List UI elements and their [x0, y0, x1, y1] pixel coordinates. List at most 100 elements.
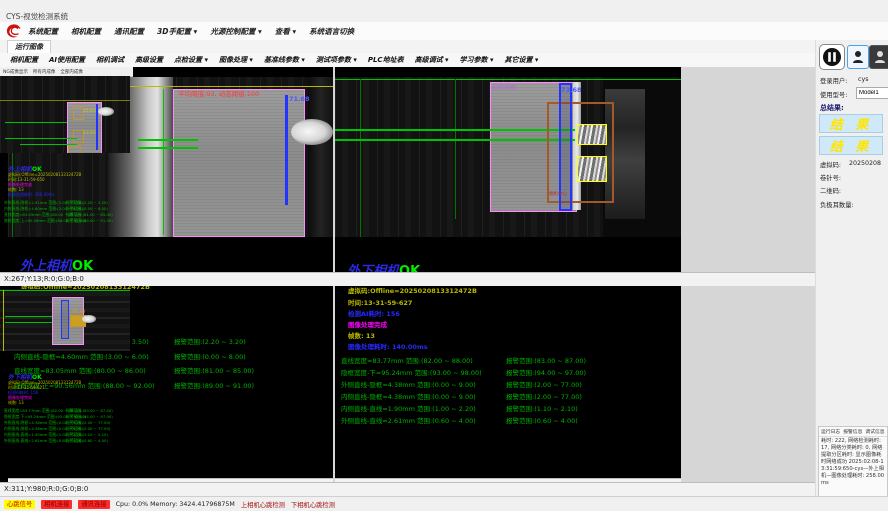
measure-value: 直线宽度=83.77mm 范围:(82.00 ~ 88.00)	[341, 355, 506, 367]
menu-item-3d-config[interactable]: 3D手配置 ▾	[157, 26, 197, 37]
alarm-range: 报警范围:(89.00 ~ 91.00)	[174, 380, 254, 395]
log-text: 耗时: 222, 网络检测耗时: 17, 网络分类耗时: 0, 网络提取分区耗时…	[819, 437, 887, 488]
cpu-memory-text: Cpu: 0.0% Memory: 3424.41796875M	[116, 501, 235, 508]
blue-measure-box	[61, 300, 69, 339]
camera-center-label: 相机中心	[549, 191, 567, 197]
tool-baseline-params[interactable]: 基准线参数 ▾	[264, 55, 305, 65]
login-user-value: cys	[858, 76, 868, 83]
operator-button[interactable]	[869, 45, 888, 69]
tab-blob	[98, 107, 114, 116]
tab-all-inner[interactable]: 所有内成像	[33, 69, 56, 75]
comm-connect-badge: 通讯连接	[78, 500, 109, 509]
total-result-label: 总结果:	[820, 103, 844, 113]
pause-button[interactable]	[819, 44, 845, 70]
measure-value: 隐框宽度-上=90.56mm 范围:(88.00 ~ 92.00)	[4, 218, 66, 224]
measure-value: 外侧直线-直线=2.61mm 范围:(0.60 ~ 4.00)	[341, 415, 506, 427]
ng-top-image[interactable]: 45.83 23.65	[0, 76, 130, 153]
measure-value: 内侧直线-直线=1.90mm 范围:(1.00 ~ 2.20)	[341, 403, 506, 415]
needle-label: 卷针号:	[820, 173, 841, 182]
tool-camera-debug[interactable]: 相机调试	[96, 55, 124, 65]
menu-item-light-config[interactable]: 光源控制配置 ▾	[210, 26, 261, 37]
mini-frames-line: 帧数: 13	[8, 400, 24, 405]
mini-measure-label: 45.83	[83, 109, 96, 114]
tab-texture	[578, 125, 606, 144]
process-done-line: 图像处理完成	[348, 319, 387, 329]
tool-spot-check[interactable]: 点检设置 ▾	[174, 55, 208, 65]
tool-test-params[interactable]: 测试项参数 ▾	[316, 55, 357, 65]
measure-value: 外侧直线-直线=2.61mm 范围:(0.60 ~ 4.00)	[4, 438, 66, 444]
result-block-bottom: 结 果	[819, 136, 883, 155]
menu-item-view[interactable]: 查看 ▾	[275, 26, 296, 37]
tab-blob	[82, 315, 96, 323]
app-statusbar: 心跳信号 相机连接 通讯连接 Cpu: 0.0% Memory: 3424.41…	[0, 496, 888, 511]
control-panel: 登录用户: cys 使用型号: 总结果: 结 果 结 果 虚拟码: 202502…	[815, 40, 888, 510]
operator-icon	[874, 50, 886, 64]
toolbar: 相机配置 AI使用配置 相机调试 高级设置 点检设置 ▾ 图像处理 ▾ 基准线参…	[0, 53, 823, 68]
ng-bottom-statusbar: X:311;Y:980;R:0;G:0;B:0	[0, 482, 888, 496]
measure-value: 内侧直线-隐框=4.38mm 范围:(0.00 ~ 9.00)	[341, 391, 506, 403]
camera-connect-badge: 相机连接	[41, 500, 72, 509]
time-line: 时间:13-31-59-627	[348, 297, 412, 307]
alarm-range: 报警范围:(2.20 ~ 3.20)	[174, 336, 246, 351]
overlay-green-topline	[0, 290, 130, 291]
tool-camera-config[interactable]: 相机配置	[10, 55, 38, 65]
window-titlebar[interactable]: CYS-视觉检测系统	[0, 0, 888, 23]
measurement-row: 外侧直线-隐框=4.38mm 范围:(0.00 ~ 9.00) 报警范围:(2.…	[341, 379, 677, 391]
measurement-row: 隐框宽度-下=95.24mm 范围:(93.00 ~ 98.00) 报警范围:(…	[341, 367, 677, 379]
tool-advanced-debug[interactable]: 高级调试 ▾	[415, 55, 449, 65]
tab-ng-display[interactable]: NG成像显示	[3, 69, 28, 75]
log-tab-debug[interactable]: 调试信息	[865, 428, 884, 435]
alarm-range: 报警范围:(83.00 ~ 87.00)	[506, 355, 586, 367]
main-area: 平均阈值:93, 动态阈值:100 71.68 外上相机OK NG次数:0/17…	[0, 67, 888, 496]
ai-box-label: AI检测框	[492, 83, 516, 92]
menu-item-camera-config[interactable]: 相机配置	[71, 26, 101, 37]
tab-run-image[interactable]: 运行图像	[7, 40, 51, 53]
measure-value-label: 73.68	[561, 86, 582, 94]
overlay-green-hline	[138, 139, 198, 141]
tab-detect-box	[577, 124, 607, 145]
qr-label: 二维码:	[820, 186, 841, 195]
menu-item-language[interactable]: 系统语言切换	[309, 26, 354, 37]
menu-items: 系统配置 相机配置 通讯配置 3D手配置 ▾ 光源控制配置 ▾ 查看 ▾ 系统语…	[28, 22, 354, 40]
menu-item-system-config[interactable]: 系统配置	[28, 26, 58, 37]
login-user-label: 登录用户:	[820, 76, 847, 85]
overlay-green-hline	[5, 138, 77, 139]
bottom-camera-heartbeat-text: 下相机心跳检测	[291, 500, 335, 509]
ng-bottom-image[interactable]: 187.90	[0, 289, 130, 351]
overlay-green-topline	[335, 79, 681, 80]
log-box: 运行日志 报警信息 调试信息 耗时: 222, 网络检测耗时: 17, 网络分类…	[818, 426, 888, 499]
mini-measure-label: 187.90	[71, 309, 85, 314]
overlay-blue-vline	[285, 95, 288, 205]
overlay-green-vline	[163, 89, 164, 235]
log-tab-alarm[interactable]: 报警信息	[843, 428, 862, 435]
result-block-top: 结 果	[819, 114, 883, 133]
overlay-olive-line	[0, 100, 130, 101]
tool-learn-params[interactable]: 学习参数 ▾	[460, 55, 494, 65]
model-input[interactable]	[856, 87, 888, 99]
tool-ai-usage[interactable]: AI使用配置	[49, 55, 85, 65]
overlay-green-hline	[335, 129, 575, 131]
overlay-yellow-vline	[3, 290, 4, 351]
tool-other-settings[interactable]: 其它设置 ▾	[504, 55, 538, 65]
alarm-range: 报警范围:(2.00 ~ 77.00)	[506, 391, 582, 403]
mini-measure-label: 23.65	[83, 131, 96, 136]
log-tab-run[interactable]: 运行日志	[821, 428, 840, 435]
heartbeat-badge: 心跳信号	[4, 500, 35, 509]
tab-count-label: 负极耳数量:	[820, 200, 854, 209]
mid-camera-image[interactable]: AI检测框 73.68 相机中心	[335, 77, 681, 237]
tab-full-inner[interactable]: 全部内成像	[60, 69, 83, 75]
app-window: CYS-视觉检测系统 系统配置 相机配置 通讯配置 3D手配置 ▾ 光源控制配置…	[0, 0, 888, 522]
result-text: 结 果	[830, 136, 873, 155]
tool-image-process[interactable]: 图像处理 ▾	[219, 55, 253, 65]
overlay-green-hline	[335, 139, 575, 141]
overlay-green-vline	[360, 79, 361, 237]
threshold-label: 平均阈值:93, 动态阈值:100	[178, 88, 259, 98]
alarm-range: 报警范围:(1.10 ~ 2.10)	[506, 403, 578, 415]
login-user-button[interactable]	[847, 45, 869, 69]
menu-item-comm-config[interactable]: 通讯配置	[114, 26, 144, 37]
measurement-list: 直线宽度=83.77mm 范围:(82.00 ~ 88.00) 报警范围:(83…	[341, 355, 677, 427]
tool-advanced-settings[interactable]: 高级设置	[135, 55, 163, 65]
measure-value: 内侧直线-隐框=4.60mm 范围:(3.00 ~ 6.00)	[14, 351, 174, 366]
tool-plc-address[interactable]: PLC地址表	[368, 55, 404, 65]
overlay-green-vline	[455, 79, 456, 219]
